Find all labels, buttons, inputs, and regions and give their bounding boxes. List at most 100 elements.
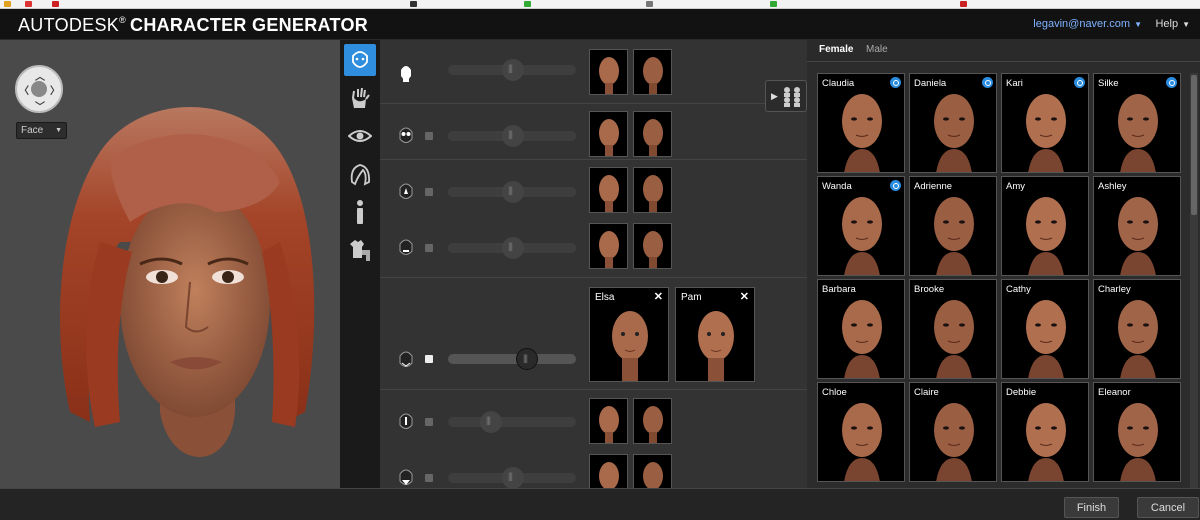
- tab-female[interactable]: Female: [819, 44, 853, 55]
- character-card[interactable]: Eleanor: [1093, 382, 1181, 482]
- finish-button[interactable]: Finish: [1064, 497, 1119, 518]
- morph-thumbnail[interactable]: [589, 49, 628, 95]
- character-card[interactable]: Barbara: [817, 279, 905, 379]
- bookmark-icon[interactable]: [524, 1, 531, 7]
- hair-icon[interactable]: [344, 158, 376, 190]
- morph-thumbnail[interactable]: [633, 49, 672, 95]
- bookmark-icon[interactable]: [52, 1, 59, 7]
- morph-thumbnail[interactable]: [633, 454, 672, 488]
- blend-slider[interactable]: [448, 181, 576, 203]
- blend-slider[interactable]: [448, 59, 576, 81]
- character-card[interactable]: Chloe: [817, 382, 905, 482]
- character-face-render: [1118, 300, 1158, 378]
- blend-slider[interactable]: [448, 467, 576, 488]
- blend-source-card[interactable]: Pam ✕: [675, 287, 755, 382]
- character-card[interactable]: Charley: [1093, 279, 1181, 379]
- character-card[interactable]: Wanda: [817, 176, 905, 276]
- bookmark-icon[interactable]: [960, 1, 967, 7]
- morph-thumbnail[interactable]: [589, 111, 628, 157]
- people-group-icon: [784, 87, 800, 107]
- scrollbar-thumb[interactable]: [1191, 75, 1197, 215]
- library-scrollbar[interactable]: [1190, 73, 1198, 488]
- help-menu[interactable]: Help ▼: [1155, 18, 1190, 30]
- slider-thumb[interactable]: [502, 467, 524, 488]
- slider-thumb[interactable]: [502, 237, 524, 259]
- morph-thumbnail[interactable]: [633, 111, 672, 157]
- morph-thumbnail[interactable]: [589, 167, 628, 213]
- character-name: Kari: [1006, 78, 1023, 89]
- clothes-icon[interactable]: [344, 234, 376, 266]
- character-card[interactable]: Silke: [1093, 73, 1181, 173]
- slider-thumb[interactable]: [502, 181, 524, 203]
- orbit-left-arrow[interactable]: 〈: [19, 82, 29, 97]
- body-icon[interactable]: [344, 196, 376, 228]
- head-nose-icon: [399, 183, 413, 199]
- bookmark-icon[interactable]: [4, 1, 11, 7]
- head-ear-icon: [399, 413, 413, 429]
- close-icon[interactable]: ✕: [654, 290, 663, 303]
- refresh-badge-icon[interactable]: [982, 77, 993, 88]
- character-card[interactable]: Adrienne: [909, 176, 997, 276]
- character-card[interactable]: Daniela: [909, 73, 997, 173]
- bookmark-icon[interactable]: [410, 1, 417, 7]
- feature-checkbox[interactable]: [425, 244, 433, 252]
- character-card[interactable]: Cathy: [1001, 279, 1089, 379]
- feature-checkbox[interactable]: [425, 355, 433, 363]
- character-face-render: [934, 94, 974, 172]
- character-card[interactable]: Brooke: [909, 279, 997, 379]
- slider-thumb[interactable]: [502, 125, 524, 147]
- blend-slider[interactable]: [448, 237, 576, 259]
- bookmark-icon[interactable]: [25, 1, 32, 7]
- morph-thumbnail[interactable]: [589, 454, 628, 488]
- blend-source-name: Elsa: [595, 292, 615, 303]
- feature-checkbox[interactable]: [425, 132, 433, 140]
- eye-icon[interactable]: [344, 120, 376, 152]
- morph-thumbnails: [589, 398, 672, 444]
- slider-thumb[interactable]: [516, 348, 538, 370]
- bookmark-icon[interactable]: [646, 1, 653, 7]
- slider-thumb[interactable]: [502, 59, 524, 81]
- character-name: Charley: [1098, 284, 1131, 295]
- close-icon[interactable]: ✕: [740, 290, 749, 303]
- cancel-button[interactable]: Cancel: [1137, 497, 1199, 518]
- refresh-badge-icon[interactable]: [890, 77, 901, 88]
- tab-male[interactable]: Male: [866, 44, 888, 55]
- refresh-badge-icon[interactable]: [1074, 77, 1085, 88]
- morph-thumbnail[interactable]: [589, 398, 628, 444]
- brand-name: AUTODESK: [18, 15, 120, 35]
- character-card[interactable]: Amy: [1001, 176, 1089, 276]
- character-card[interactable]: Ashley: [1093, 176, 1181, 276]
- blend-source-card[interactable]: Elsa ✕: [589, 287, 669, 382]
- morph-thumbnail[interactable]: [633, 223, 672, 269]
- blend-slider-active[interactable]: [448, 348, 576, 370]
- character-card[interactable]: Debbie: [1001, 382, 1089, 482]
- character-card[interactable]: Claire: [909, 382, 997, 482]
- character-card[interactable]: Claudia: [817, 73, 905, 173]
- morph-thumbnails: [589, 111, 672, 157]
- chevron-down-icon: ▼: [1182, 20, 1190, 29]
- slider-thumb[interactable]: [480, 411, 502, 433]
- finish-label: Finish: [1076, 501, 1107, 514]
- character-face-render: [842, 94, 882, 172]
- morph-thumbnail[interactable]: [633, 167, 672, 213]
- bookmark-icon[interactable]: [770, 1, 777, 7]
- user-menu[interactable]: legavin@naver.com ▼: [1033, 18, 1142, 30]
- face-icon[interactable]: [344, 44, 376, 76]
- blend-slider[interactable]: [448, 411, 576, 433]
- blend-slider[interactable]: [448, 125, 576, 147]
- feature-checkbox[interactable]: [425, 188, 433, 196]
- character-preview-viewport[interactable]: ︿ ﹀ 〈 〉 Face ▼: [0, 40, 340, 488]
- morph-thumbnail[interactable]: [633, 398, 672, 444]
- character-face-render: [1026, 94, 1066, 172]
- character-face-render: [934, 403, 974, 481]
- morph-thumbnails: [589, 49, 672, 95]
- library-toggle-button[interactable]: ▶: [765, 80, 807, 112]
- feature-checkbox[interactable]: [425, 418, 433, 426]
- morph-thumbnail[interactable]: [589, 223, 628, 269]
- hand-icon[interactable]: [344, 82, 376, 114]
- feature-checkbox[interactable]: [425, 474, 433, 482]
- character-card[interactable]: Kari: [1001, 73, 1089, 173]
- refresh-badge-icon[interactable]: [1166, 77, 1177, 88]
- character-name: Ashley: [1098, 181, 1127, 192]
- refresh-badge-icon[interactable]: [890, 180, 901, 191]
